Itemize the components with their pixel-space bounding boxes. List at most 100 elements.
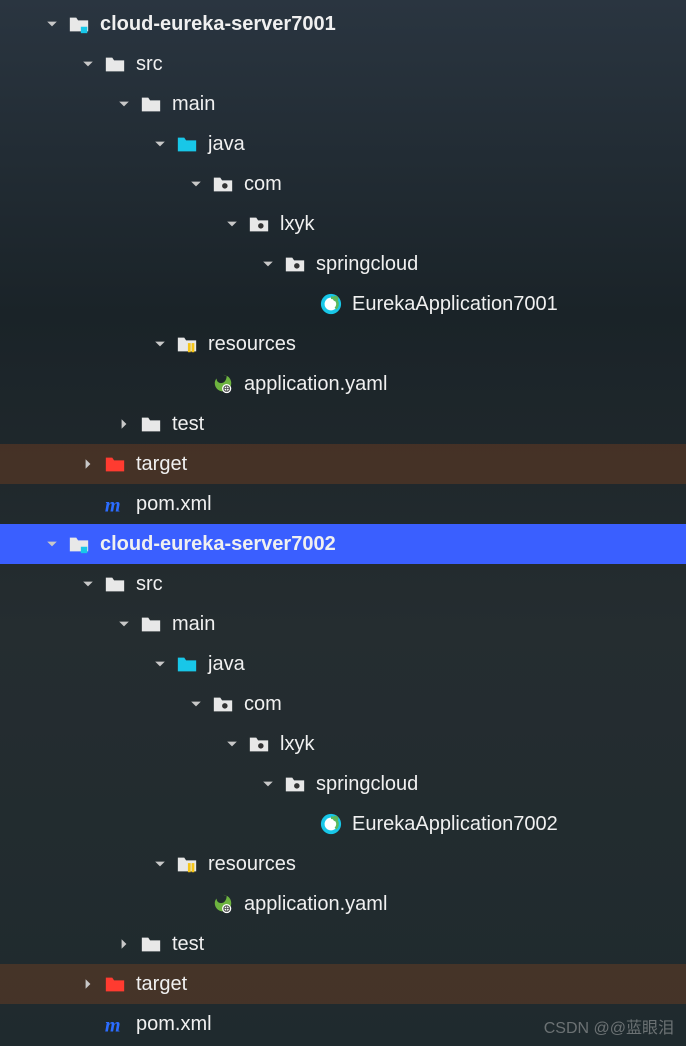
- folder-icon: [140, 413, 162, 435]
- target-folder-icon: [104, 453, 126, 475]
- package-folder-icon: [212, 173, 234, 195]
- tree-label: test: [172, 413, 204, 436]
- chevron-down-icon[interactable]: [152, 656, 168, 672]
- maven-file-icon: m: [104, 493, 126, 515]
- tree-row-srv2-yaml[interactable]: application.yaml: [0, 884, 686, 924]
- chevron-down-icon[interactable]: [188, 176, 204, 192]
- chevron-down-icon[interactable]: [224, 216, 240, 232]
- tree-row-srv1-lxyk[interactable]: lxyk: [0, 204, 686, 244]
- tree-row-srv1-springcloud[interactable]: springcloud: [0, 244, 686, 284]
- tree-row-srv2-test[interactable]: test: [0, 924, 686, 964]
- maven-file-icon: m: [104, 1013, 126, 1035]
- chevron-down-icon[interactable]: [152, 336, 168, 352]
- tree-label: main: [172, 93, 215, 116]
- package-folder-icon: [248, 733, 270, 755]
- tree-label: com: [244, 173, 282, 196]
- tree-row-srv2-app[interactable]: EurekaApplication7002: [0, 804, 686, 844]
- chevron-down-icon[interactable]: [80, 56, 96, 72]
- tree-label: target: [136, 453, 187, 476]
- tree-label: java: [208, 133, 245, 156]
- chevron-down-icon[interactable]: [260, 776, 276, 792]
- spring-file-icon: [212, 373, 234, 395]
- resources-folder-icon: [176, 333, 198, 355]
- tree-label: src: [136, 573, 163, 596]
- tree-label: pom.xml: [136, 1013, 212, 1036]
- tree-row-srv2-java[interactable]: java: [0, 644, 686, 684]
- tree-row-srv1-target[interactable]: target: [0, 444, 686, 484]
- tree-row-srv2-src[interactable]: src: [0, 564, 686, 604]
- chevron-down-icon[interactable]: [116, 96, 132, 112]
- package-folder-icon: [212, 693, 234, 715]
- tree-label: java: [208, 653, 245, 676]
- tree-label: com: [244, 693, 282, 716]
- chevron-down-icon[interactable]: [188, 696, 204, 712]
- tree-row-srv2-lxyk[interactable]: lxyk: [0, 724, 686, 764]
- spring-class-icon: [320, 813, 342, 835]
- tree-label: cloud-eureka-server7002: [100, 533, 336, 556]
- tree-row-srv1-test[interactable]: test: [0, 404, 686, 444]
- tree-row-srv1-main[interactable]: main: [0, 84, 686, 124]
- tree-label: lxyk: [280, 733, 314, 756]
- resources-folder-icon: [176, 853, 198, 875]
- tree-label: cloud-eureka-server7001: [100, 13, 336, 36]
- source-folder-icon: [176, 653, 198, 675]
- package-folder-icon: [284, 773, 306, 795]
- tree-row-srv2-main[interactable]: main: [0, 604, 686, 644]
- tree-label: test: [172, 933, 204, 956]
- tree-row-srv1-app[interactable]: EurekaApplication7001: [0, 284, 686, 324]
- project-tree: cloud-eureka-server7001srcmainjavacomlxy…: [0, 0, 686, 1044]
- tree-label: resources: [208, 853, 296, 876]
- tree-label: pom.xml: [136, 493, 212, 516]
- chevron-down-icon[interactable]: [224, 736, 240, 752]
- tree-label: main: [172, 613, 215, 636]
- spring-file-icon: [212, 893, 234, 915]
- chevron-down-icon[interactable]: [44, 536, 60, 552]
- chevron-down-icon[interactable]: [80, 576, 96, 592]
- tree-row-srv1-src[interactable]: src: [0, 44, 686, 84]
- tree-row-srv1-pom[interactable]: m pom.xml: [0, 484, 686, 524]
- folder-icon: [104, 573, 126, 595]
- folder-icon: [140, 93, 162, 115]
- tree-row-srv1-java[interactable]: java: [0, 124, 686, 164]
- tree-label: src: [136, 53, 163, 76]
- tree-row-srv1-yaml[interactable]: application.yaml: [0, 364, 686, 404]
- tree-row-srv2[interactable]: cloud-eureka-server7002: [0, 524, 686, 564]
- tree-label: springcloud: [316, 773, 418, 796]
- tree-label: application.yaml: [244, 373, 387, 396]
- tree-label: EurekaApplication7002: [352, 813, 558, 836]
- chevron-right-icon[interactable]: [80, 976, 96, 992]
- tree-label: resources: [208, 333, 296, 356]
- tree-label: lxyk: [280, 213, 314, 236]
- tree-label: application.yaml: [244, 893, 387, 916]
- chevron-down-icon[interactable]: [116, 616, 132, 632]
- svg-text:m: m: [105, 494, 121, 515]
- folder-icon: [104, 53, 126, 75]
- tree-row-srv2-resources[interactable]: resources: [0, 844, 686, 884]
- chevron-down-icon[interactable]: [152, 856, 168, 872]
- chevron-down-icon[interactable]: [260, 256, 276, 272]
- package-folder-icon: [284, 253, 306, 275]
- spring-class-icon: [320, 293, 342, 315]
- tree-row-srv2-target[interactable]: target: [0, 964, 686, 1004]
- folder-icon: [140, 613, 162, 635]
- module-folder-icon: [68, 533, 90, 555]
- tree-row-srv2-springcloud[interactable]: springcloud: [0, 764, 686, 804]
- tree-row-srv1[interactable]: cloud-eureka-server7001: [0, 4, 686, 44]
- tree-label: EurekaApplication7001: [352, 293, 558, 316]
- watermark: CSDN @@蓝眼泪: [544, 1014, 674, 1038]
- source-folder-icon: [176, 133, 198, 155]
- folder-icon: [140, 933, 162, 955]
- tree-row-srv1-com[interactable]: com: [0, 164, 686, 204]
- chevron-down-icon[interactable]: [44, 16, 60, 32]
- chevron-right-icon[interactable]: [116, 416, 132, 432]
- chevron-right-icon[interactable]: [80, 456, 96, 472]
- tree-label: springcloud: [316, 253, 418, 276]
- chevron-down-icon[interactable]: [152, 136, 168, 152]
- chevron-right-icon[interactable]: [116, 936, 132, 952]
- tree-row-srv2-com[interactable]: com: [0, 684, 686, 724]
- tree-row-srv1-resources[interactable]: resources: [0, 324, 686, 364]
- module-folder-icon: [68, 13, 90, 35]
- svg-text:m: m: [105, 1014, 121, 1035]
- tree-label: target: [136, 973, 187, 996]
- package-folder-icon: [248, 213, 270, 235]
